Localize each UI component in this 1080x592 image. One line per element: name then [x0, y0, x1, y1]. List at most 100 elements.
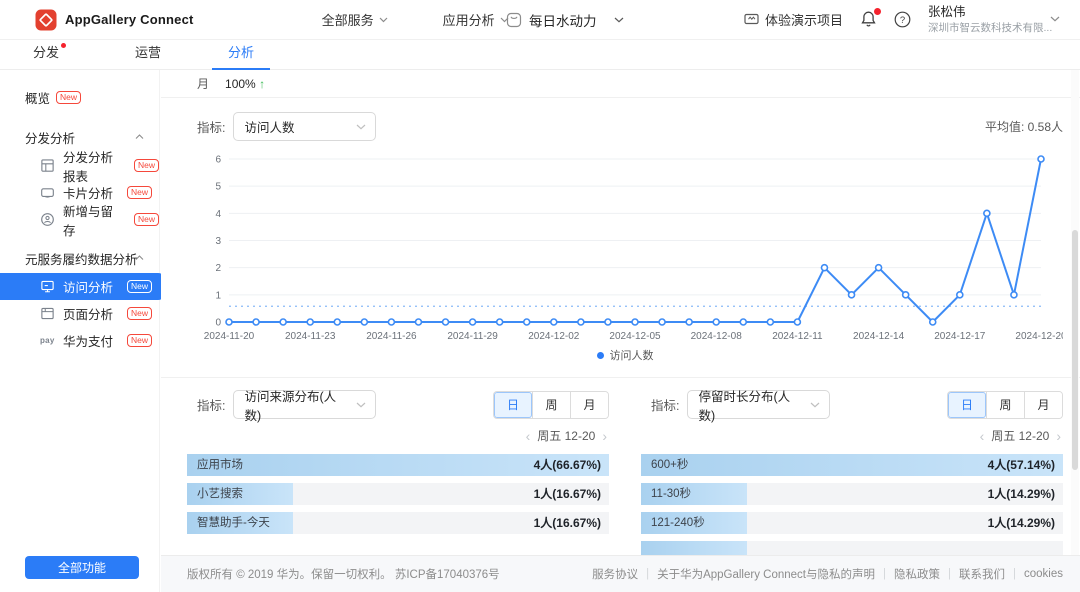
data-point[interactable] — [1011, 292, 1017, 298]
date-navigator: ‹ 周五 12-20 › — [187, 427, 607, 444]
distribution-bar[interactable]: 智慧助手-今天1人(16.67%) — [187, 512, 609, 534]
tab-analysis[interactable]: 分析 — [212, 40, 270, 70]
app-analysis-menu[interactable]: 应用分析 — [443, 10, 509, 29]
notification-dot — [874, 8, 881, 15]
collapse-caret-icon[interactable] — [135, 255, 144, 261]
distribution-bar[interactable]: 11-30秒1人(14.29%) — [641, 483, 1063, 505]
stat-strip: 月 100% ↑ — [161, 70, 1080, 98]
bar-value: 1人(14.29%) — [988, 483, 1055, 505]
data-point[interactable] — [930, 319, 936, 325]
legend-dot-icon — [597, 352, 604, 359]
data-point[interactable] — [849, 292, 855, 298]
next-day-icon[interactable]: › — [1056, 429, 1061, 443]
period-tab-月[interactable]: 月 — [570, 392, 608, 418]
period-tab-日[interactable]: 日 — [948, 392, 986, 418]
chevron-down-icon — [356, 402, 366, 408]
data-point[interactable] — [740, 319, 746, 325]
data-point[interactable] — [307, 319, 313, 325]
brand[interactable]: AppGallery Connect — [35, 9, 194, 31]
chevron-down-icon — [614, 17, 624, 23]
data-point[interactable] — [821, 265, 827, 271]
data-point[interactable] — [280, 319, 286, 325]
period-tab-月[interactable]: 月 — [1024, 392, 1062, 418]
bar-label: 应用市场 — [197, 454, 243, 476]
data-point[interactable] — [767, 319, 773, 325]
vertical-scrollbar[interactable] — [1071, 70, 1079, 555]
data-point[interactable] — [632, 319, 638, 325]
x-tick-label: 2024-11-23 — [285, 331, 336, 342]
new-badge: New — [56, 91, 81, 104]
sidebar: 概览New分发分析分发分析报表New卡片分析New新增与留存New元服务履约数据… — [0, 70, 160, 592]
distribution-bar[interactable]: 121-240秒1人(14.29%) — [641, 512, 1063, 534]
data-point[interactable] — [713, 319, 719, 325]
data-point[interactable] — [659, 319, 665, 325]
prev-day-icon[interactable]: ‹ — [526, 429, 531, 443]
distribution-bar[interactable]: 600+秒4人(57.14%) — [641, 454, 1063, 476]
data-point[interactable] — [1038, 156, 1044, 162]
user-name: 张松伟 — [928, 4, 1046, 21]
account-menu[interactable]: 张松伟 深圳市智云数科技术有限... — [928, 4, 1060, 35]
data-point[interactable] — [605, 319, 611, 325]
new-badge: New — [134, 213, 159, 226]
sidebar-item-retention[interactable]: 新增与留存New — [0, 206, 159, 233]
collapse-caret-icon[interactable] — [135, 134, 144, 140]
new-badge: New — [127, 186, 152, 199]
x-tick-label: 2024-12-11 — [772, 331, 823, 342]
data-point[interactable] — [226, 319, 232, 325]
data-point[interactable] — [361, 319, 367, 325]
source-distribution-select[interactable]: 访问来源分布(人数) — [233, 390, 376, 419]
y-tick-label: 6 — [215, 155, 221, 166]
bar-value: 1人(14.29%) — [988, 512, 1055, 534]
scrollbar-thumb[interactable] — [1072, 230, 1078, 470]
all-features-button[interactable]: 全部功能 — [25, 556, 139, 579]
sidebar-item-report[interactable]: 分发分析报表New — [0, 152, 159, 179]
help-button[interactable]: ? — [894, 11, 911, 28]
data-point[interactable] — [794, 319, 800, 325]
metric-select[interactable]: 访问人数 — [233, 112, 376, 141]
data-point[interactable] — [253, 319, 259, 325]
distribution-bar[interactable]: 小艺搜索1人(16.67%) — [187, 483, 609, 505]
sidebar-item-pay[interactable]: pay华为支付New — [0, 327, 159, 354]
footer-link[interactable]: 隐私政策 — [894, 566, 940, 582]
data-point[interactable] — [903, 292, 909, 298]
data-point[interactable] — [524, 319, 530, 325]
notifications-button[interactable] — [860, 10, 877, 28]
duration-distribution-select[interactable]: 停留时长分布(人数) — [687, 390, 830, 419]
prev-day-icon[interactable]: ‹ — [980, 429, 985, 443]
sidebar-item-page[interactable]: 页面分析New — [0, 300, 159, 327]
next-day-icon[interactable]: › — [602, 429, 607, 443]
data-point[interactable] — [876, 265, 882, 271]
distribution-bar[interactable]: 应用市场4人(66.67%) — [187, 454, 609, 476]
visits-line-chart[interactable]: 01234562024-11-202024-11-232024-11-26202… — [187, 149, 1063, 345]
sidebar-group-1[interactable]: 元服务履约数据分析 — [0, 243, 159, 273]
tab-operations[interactable]: 运营 — [135, 40, 161, 70]
all-services-menu[interactable]: 全部服务 — [322, 10, 388, 29]
period-tab-日[interactable]: 日 — [494, 392, 532, 418]
data-point[interactable] — [388, 319, 394, 325]
data-point[interactable] — [984, 210, 990, 216]
period-tab-周[interactable]: 周 — [532, 392, 570, 418]
footer-link[interactable]: cookies — [1024, 568, 1063, 580]
distribution-bar[interactable] — [641, 541, 1063, 555]
footer-link[interactable]: 联系我们 — [959, 566, 1005, 582]
sidebar-item-overview[interactable]: 概览New — [0, 82, 159, 112]
data-point[interactable] — [686, 319, 692, 325]
demo-project-button[interactable]: 体验演示项目 — [744, 10, 843, 29]
data-point[interactable] — [957, 292, 963, 298]
footer-link[interactable]: 关于华为AppGallery Connect与隐私的声明 — [657, 566, 875, 582]
app-selector[interactable]: 每日水动力 — [506, 0, 624, 40]
data-point[interactable] — [443, 319, 449, 325]
period-tab-周[interactable]: 周 — [986, 392, 1024, 418]
chart-legend[interactable]: 访问人数 — [187, 347, 1063, 363]
data-point[interactable] — [551, 319, 557, 325]
data-point[interactable] — [578, 319, 584, 325]
data-point[interactable] — [334, 319, 340, 325]
data-point[interactable] — [470, 319, 476, 325]
data-point[interactable] — [415, 319, 421, 325]
tab-distribution[interactable]: 分发 — [33, 40, 59, 70]
sidebar-item-monitor[interactable]: 访问分析New — [0, 273, 166, 300]
data-point[interactable] — [497, 319, 503, 325]
footer-link[interactable]: 服务协议 — [592, 566, 638, 582]
chevron-down-icon — [810, 402, 820, 408]
new-badge: New — [127, 307, 152, 320]
